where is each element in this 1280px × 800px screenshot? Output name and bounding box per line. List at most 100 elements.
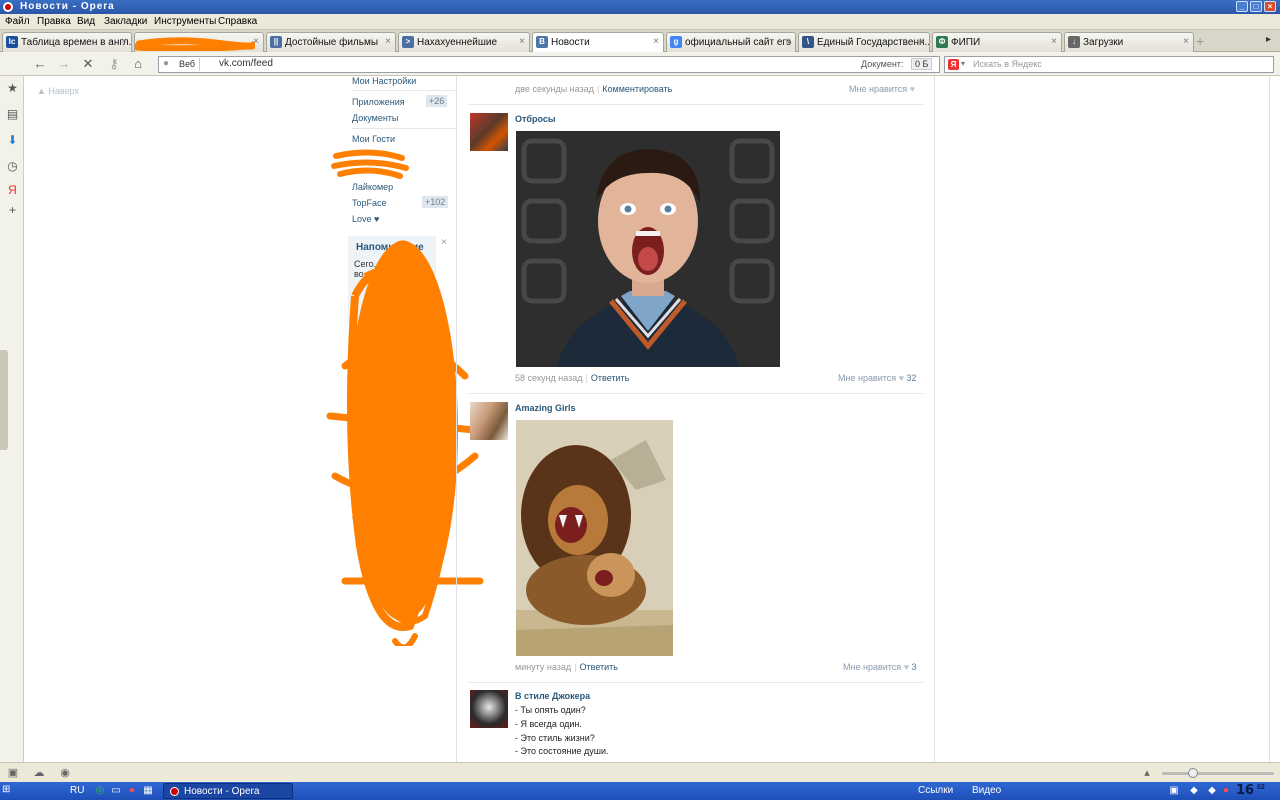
reply-link[interactable]: Ответить	[591, 373, 629, 383]
download-icon[interactable]: ⬇	[6, 134, 19, 147]
url-field[interactable]: ● Веб vk.com/feed Документ: 0 Б	[158, 56, 940, 73]
status-bar: ▣ ☁ ◉ ▴	[0, 762, 1280, 782]
tab-censored[interactable]: ×	[134, 32, 264, 52]
topface-count-badge[interactable]: +102	[422, 196, 449, 208]
stop-button[interactable]: ✕	[80, 56, 96, 72]
search-field[interactable]: Я ▾ Искать в Яндекс	[944, 56, 1274, 73]
maximize-button[interactable]: □	[1250, 1, 1262, 12]
menu-view[interactable]: Вид	[77, 16, 95, 27]
tab-tenses[interactable]: lc Таблица времен в англ... ×	[2, 32, 132, 52]
tab-close-icon[interactable]: ×	[121, 36, 127, 47]
yandex-icon[interactable]: Я	[6, 184, 19, 197]
tab-unified-state[interactable]: \ Единый Государственн... ×	[798, 32, 930, 52]
add-panel-icon[interactable]: +	[6, 204, 19, 217]
notes-icon[interactable]: ▤	[6, 108, 19, 121]
panel-toggle-handle[interactable]	[0, 350, 8, 450]
quicklaunch-icon[interactable]: ▦	[142, 785, 154, 797]
tab-close-icon[interactable]: ×	[785, 36, 791, 47]
tab-ege-official[interactable]: g официальный сайт егэ ... ×	[666, 32, 796, 52]
taskbar-opera-window[interactable]: Новости - Opera	[163, 783, 293, 799]
menu-item-topface[interactable]: TopFace	[352, 198, 387, 208]
yandex-icon[interactable]: Я	[948, 59, 959, 70]
clock-hours[interactable]: 16	[1236, 783, 1254, 798]
back-button[interactable]: ←	[32, 56, 48, 72]
tab-close-icon[interactable]: ×	[919, 36, 925, 47]
comment-link[interactable]: Комментировать	[602, 84, 672, 94]
start-button[interactable]: ⊞	[2, 784, 38, 798]
reply-link[interactable]: Ответить	[580, 662, 618, 672]
tab-close-icon[interactable]: ×	[653, 36, 659, 47]
menu-help[interactable]: Справка	[218, 16, 257, 27]
zoom-slider-thumb[interactable]	[1188, 768, 1198, 778]
back-to-top-link[interactable]: ▲ Наверх	[37, 86, 79, 96]
video-toolbar-label[interactable]: Видео	[972, 785, 1001, 796]
home-button[interactable]: ⌂	[130, 56, 146, 72]
post-time[interactable]: две секунды назад	[515, 84, 594, 94]
page-scrollbar[interactable]	[1269, 76, 1270, 762]
post-image-screaming-man[interactable]	[516, 131, 780, 367]
tab-close-icon[interactable]: ×	[253, 36, 259, 47]
tab-menu-icon[interactable]: ▸	[1266, 34, 1271, 45]
star-icon[interactable]: ★	[6, 82, 19, 95]
menu-bookmarks[interactable]: Закладки	[104, 16, 147, 27]
tab-label: ФИПИ	[951, 37, 981, 48]
minimize-button[interactable]: _	[1236, 1, 1248, 12]
menu-edit[interactable]: Правка	[37, 16, 71, 27]
tab-close-icon[interactable]: ×	[1051, 36, 1057, 47]
forward-button[interactable]: →	[56, 56, 72, 72]
post-time[interactable]: 58 секунд назад	[515, 373, 583, 383]
speed-dial-icon[interactable]: ◉	[58, 767, 72, 779]
post-author[interactable]: В стиле Джокера	[515, 691, 590, 701]
apps-count-badge[interactable]: +26	[426, 95, 448, 107]
post-time[interactable]: минуту назад	[515, 662, 571, 672]
opera-icon[interactable]: ●	[126, 785, 138, 797]
whatsapp-icon[interactable]: ◎	[94, 785, 106, 797]
clock-minutes[interactable]: 02	[1257, 784, 1265, 791]
tab-downloads[interactable]: ↓ Загрузки ×	[1064, 32, 1194, 52]
zoom-arrow-icon[interactable]: ▴	[1140, 767, 1154, 779]
menu-tools[interactable]: Инструменты	[154, 16, 216, 27]
tab-close-icon[interactable]: ×	[519, 36, 525, 47]
menu-item-likemeter[interactable]: Лайкомер	[352, 182, 393, 192]
menu-item-settings[interactable]: Мои Настройки	[352, 76, 416, 86]
links-toolbar-label[interactable]: Ссылки	[918, 785, 953, 796]
tab-news[interactable]: В Новости ×	[532, 32, 664, 53]
menu-item-apps[interactable]: Приложения	[352, 97, 405, 107]
menu-item-documents[interactable]: Документы	[352, 113, 398, 123]
show-desktop-icon[interactable]: ▭	[110, 785, 122, 797]
web-badge[interactable]: Веб	[177, 58, 201, 71]
post-image-lions[interactable]	[516, 420, 673, 656]
close-window-button[interactable]: ×	[1264, 1, 1276, 12]
history-icon[interactable]: ◷	[6, 160, 19, 173]
tab-worthy-films[interactable]: || Достойные фильмы ×	[266, 32, 396, 52]
avatar[interactable]	[470, 690, 508, 728]
tray-icon[interactable]: ●	[1220, 785, 1232, 797]
like-button[interactable]: Мне нравится ♥	[849, 84, 915, 94]
tab-fipi[interactable]: Ф ФИПИ ×	[932, 32, 1062, 52]
language-indicator[interactable]: RU	[70, 785, 84, 796]
panel-toggle-icon[interactable]: ▣	[6, 767, 20, 779]
cloud-icon[interactable]: ☁	[32, 767, 46, 779]
post-author[interactable]: Amazing Girls	[515, 403, 576, 413]
menu-bar: Файл Правка Вид Закладки Инструменты Спр…	[0, 14, 1280, 30]
menu-file[interactable]: Файл	[5, 16, 30, 27]
zoom-slider[interactable]	[1162, 772, 1274, 775]
avatar[interactable]	[470, 113, 508, 151]
tray-icon[interactable]: ◆	[1188, 785, 1200, 797]
chevron-down-icon[interactable]: ▾	[961, 59, 965, 68]
tab-favicon-icon: >	[402, 36, 414, 48]
tray-icon[interactable]: ◆	[1206, 785, 1218, 797]
tray-icon[interactable]: ▣	[1168, 785, 1180, 797]
like-button[interactable]: Мне нравится ♥ 3	[843, 662, 917, 672]
avatar[interactable]	[470, 402, 508, 440]
tab-label: официальный сайт егэ ...	[685, 37, 796, 48]
post-author[interactable]: Отбросы	[515, 114, 556, 124]
menu-item-guests[interactable]: Мои Гости	[352, 134, 395, 144]
like-button[interactable]: Мне нравится ♥ 32	[838, 373, 917, 383]
key-icon[interactable]: ⚷	[106, 56, 122, 72]
tab-label: Единый Государственн...	[817, 37, 930, 48]
new-tab-button[interactable]: +	[1196, 34, 1210, 49]
tab-close-icon[interactable]: ×	[385, 36, 391, 47]
tab-close-icon[interactable]: ×	[1183, 36, 1189, 47]
tab-nahah[interactable]: > Нахахуеннейшие ×	[398, 32, 530, 52]
